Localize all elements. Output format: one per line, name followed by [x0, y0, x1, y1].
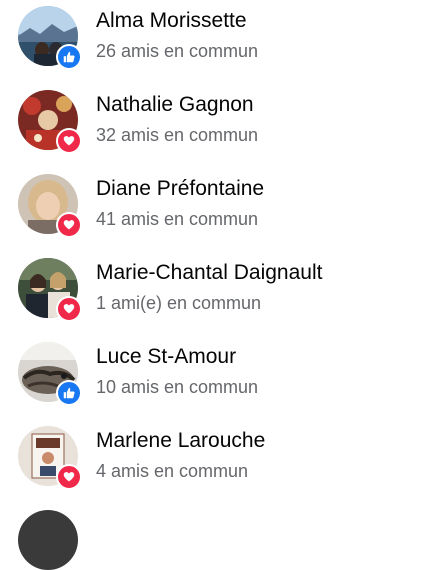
list-item[interactable]: Luce St-Amour 10 amis en commun — [0, 336, 437, 420]
list-item[interactable]: Marie-Chantal Daignault 1 ami(e) en comm… — [0, 252, 437, 336]
mutual-friends-count: 26 amis en commun — [96, 41, 259, 61]
list-item[interactable]: Alma Morissette 26 amis en commun — [0, 0, 437, 84]
mutual-friends-count: 10 amis en commun — [96, 377, 259, 397]
avatar[interactable] — [18, 258, 82, 322]
like-icon — [56, 44, 82, 70]
list-item[interactable]: Nathalie Gagnon 32 amis en commun — [0, 84, 437, 168]
love-icon — [56, 128, 82, 154]
mutual-friends-count: 41 amis en commun — [96, 209, 259, 229]
avatar[interactable] — [18, 6, 82, 70]
list-item[interactable]: Marlene Larouche 4 amis en commun — [0, 420, 437, 504]
friend-name[interactable]: Marie-Chantal Daignault — [96, 261, 322, 285]
avatar[interactable] — [18, 510, 78, 570]
avatar[interactable] — [18, 342, 82, 406]
list-item[interactable] — [0, 504, 437, 570]
mutual-friends-count: 32 amis en commun — [96, 125, 259, 145]
list-item[interactable]: Diane Préfontaine 41 amis en commun — [0, 168, 437, 252]
love-icon — [56, 212, 82, 238]
friend-name[interactable]: Marlene Larouche — [96, 429, 265, 453]
avatar[interactable] — [18, 426, 82, 490]
love-icon — [56, 464, 82, 490]
friend-name[interactable]: Luce St-Amour — [96, 345, 236, 369]
friend-name[interactable]: Diane Préfontaine — [96, 177, 264, 201]
avatar[interactable] — [18, 174, 82, 238]
love-icon — [56, 296, 82, 322]
friend-name[interactable]: Alma Morissette — [96, 9, 247, 33]
friend-name[interactable]: Nathalie Gagnon — [96, 93, 254, 117]
like-icon — [56, 380, 82, 406]
mutual-friends-count: 1 ami(e) en commun — [96, 293, 262, 313]
mutual-friends-count: 4 amis en commun — [96, 461, 249, 481]
reactions-list: Alma Morissette 26 amis en commun Nathal… — [0, 0, 437, 570]
avatar[interactable] — [18, 90, 82, 154]
